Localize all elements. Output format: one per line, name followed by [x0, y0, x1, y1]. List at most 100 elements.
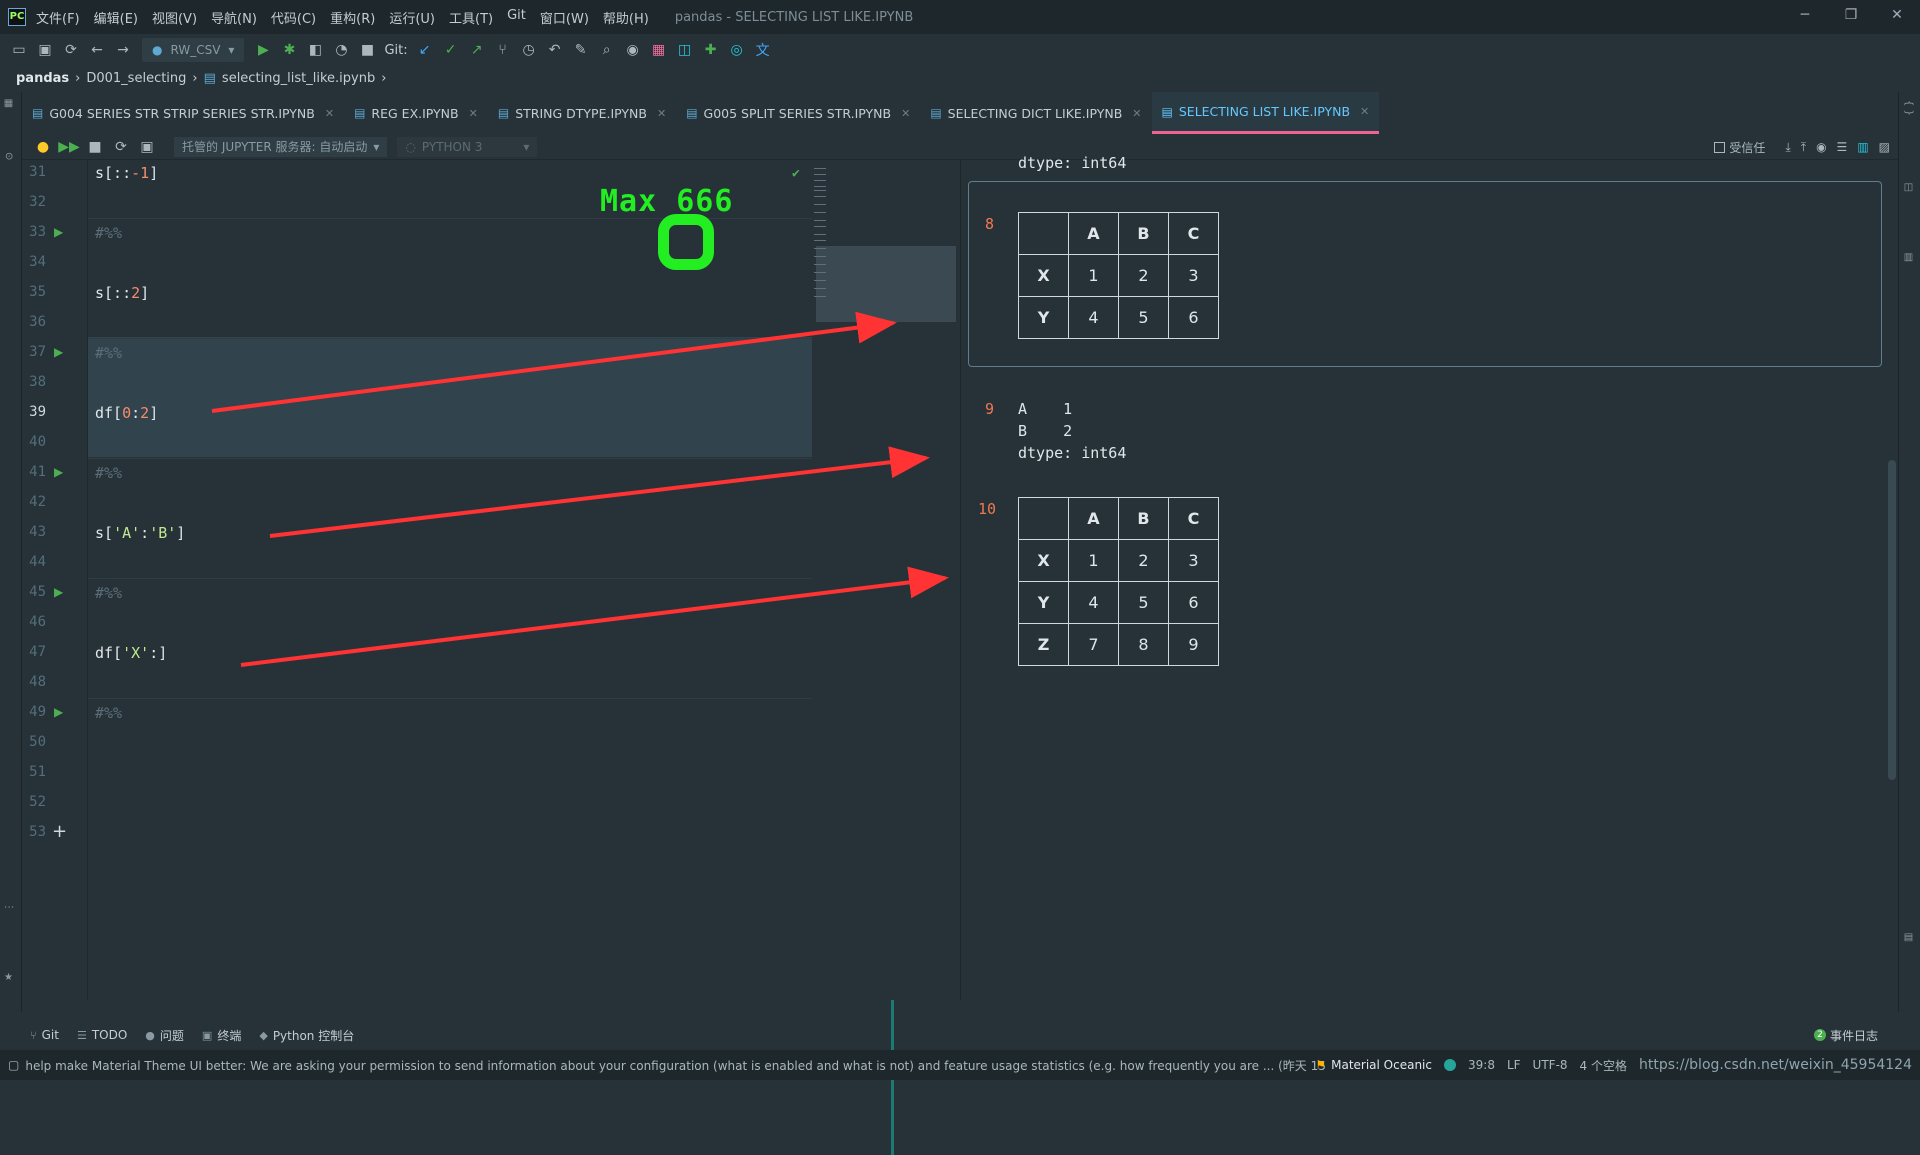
code-line[interactable]: s[::2] [95, 284, 149, 302]
add-cell-icon[interactable]: + [52, 821, 67, 842]
menu-item[interactable]: 窗口(W) [540, 8, 589, 27]
editor-tab[interactable]: ▤ G005 SPLIT SERIES STR.IPYNB ✕ [676, 92, 920, 134]
history-icon[interactable]: ◷ [516, 38, 542, 62]
code-line[interactable]: df[0:2] [95, 404, 158, 422]
editor-tab[interactable]: ▤ SELECTING DICT LIKE.IPYNB ✕ [920, 92, 1151, 134]
code-line[interactable]: df['X':] [95, 644, 167, 662]
editor-tab[interactable]: ▤ SELECTING LIST LIKE.IPYNB ✕ [1151, 92, 1380, 134]
menu-item[interactable]: 文件(F) [36, 8, 80, 27]
tool-tab-todo[interactable]: ☰ TODO [77, 1028, 127, 1042]
file-encoding[interactable]: UTF-8 [1533, 1058, 1568, 1072]
translate-icon[interactable]: 文 [750, 38, 776, 62]
commit-tool-icon[interactable]: ⊙ [3, 152, 14, 160]
menu-item[interactable]: 编辑(E) [94, 8, 138, 27]
minimap-viewport[interactable] [816, 246, 956, 322]
menu-item[interactable]: 代码(C) [271, 8, 316, 27]
debug-icon[interactable]: ✱ [276, 38, 302, 62]
download-icon[interactable]: ⤓ [1785, 140, 1790, 155]
eye-icon[interactable]: ◉ [1816, 140, 1826, 154]
run-cell-icon[interactable]: ▶ [54, 585, 63, 599]
run-cell-icon[interactable]: ▶ [54, 225, 63, 239]
variables-icon[interactable]: ▣ [134, 135, 160, 159]
status-message[interactable]: help make Material Theme UI better: We a… [25, 1057, 1325, 1074]
menu-item[interactable]: Git [507, 8, 526, 27]
sync-icon[interactable]: ⟳ [58, 38, 84, 62]
tool-tab-problems[interactable]: ● 问题 [145, 1027, 184, 1044]
git-branch-icon[interactable]: ⑂ [490, 38, 516, 62]
scientific-icon[interactable]: ◫ [672, 38, 698, 62]
breadcrumb-project[interactable]: pandas [16, 71, 69, 86]
upload-icon[interactable]: ⤒ [1801, 140, 1806, 155]
json-parser-tool-icon[interactable]: { } [1903, 100, 1914, 116]
cell-marker[interactable]: #%% [95, 464, 122, 482]
theme-indicator[interactable]: ⚑ Material Oceanic [1315, 1058, 1432, 1072]
cell-marker[interactable]: #%% [95, 224, 122, 242]
run-cell-icon[interactable]: ▶ [54, 705, 63, 719]
close-tab-icon[interactable]: ✕ [901, 107, 910, 120]
code-line[interactable]: s[::-1] [95, 164, 158, 182]
tool-tab-terminal[interactable]: ▣ 终端 [202, 1027, 241, 1044]
cell-marker[interactable]: #%% [95, 584, 122, 602]
editor-tab[interactable]: ▤ STRING DTYPE.IPYNB ✕ [488, 92, 676, 134]
lightbulb-icon[interactable]: ● [30, 135, 56, 159]
line-separator[interactable]: LF [1507, 1058, 1521, 1072]
project-tool-icon[interactable]: ▦ [3, 98, 14, 109]
minimap[interactable] [812, 160, 960, 1000]
menu-item[interactable]: 视图(V) [152, 8, 197, 27]
editor-only-icon[interactable]: ☰ [1837, 140, 1848, 154]
minimize-icon[interactable]: ─ [1782, 0, 1828, 34]
close-tab-icon[interactable]: ✕ [657, 107, 666, 120]
menu-item[interactable]: 运行(U) [389, 8, 435, 27]
menu-item[interactable]: 导航(N) [211, 8, 257, 27]
run-cell-icon[interactable]: ▶ [54, 465, 63, 479]
word-book-tool-icon[interactable]: ▤ [1903, 932, 1914, 943]
git-push-icon[interactable]: ↗ [464, 38, 490, 62]
kernel-select[interactable]: ◌ PYTHON 3 ▾ [397, 136, 538, 157]
plugin-icon[interactable]: ✚ [698, 38, 724, 62]
git-update-icon[interactable]: ↙ [412, 38, 438, 62]
close-tab-icon[interactable]: ✕ [1132, 107, 1141, 120]
wrench-icon[interactable]: ✎ [568, 38, 594, 62]
tool-tab-python-console[interactable]: ◆ Python 控制台 [259, 1027, 354, 1044]
breadcrumb-file[interactable]: selecting_list_like.ipynb [222, 71, 375, 86]
cell-marker[interactable]: #%% [95, 704, 122, 722]
split-view-icon[interactable]: ▥ [1857, 140, 1868, 154]
caret-position[interactable]: 39:8 [1468, 1058, 1495, 1072]
sciview-tool-icon[interactable]: ▥ [1903, 252, 1914, 263]
stop-icon[interactable]: ■ [354, 38, 380, 62]
menu-item[interactable]: 工具(T) [449, 8, 493, 27]
output-scrollbar[interactable] [1888, 460, 1896, 780]
find-usages-icon[interactable]: ◉ [620, 38, 646, 62]
database-tool-icon[interactable]: ◫ [1903, 182, 1914, 193]
close-tab-icon[interactable]: ✕ [325, 107, 334, 120]
tool-tab-git[interactable]: ⑂ Git [30, 1028, 59, 1042]
code-editor[interactable]: s[::-1] #%% s[::2] #%% df[0:2] #%% s['A':'B'] #… [88, 160, 894, 1155]
restore-icon[interactable]: ❐ [1828, 0, 1874, 34]
breadcrumb-folder[interactable]: D001_selecting [86, 71, 186, 86]
close-icon[interactable]: ✕ [1874, 0, 1920, 34]
forward-arrow-icon[interactable]: → [110, 38, 136, 62]
inspect-icon[interactable]: ◎ [724, 38, 750, 62]
run-icon[interactable]: ▶ [250, 38, 276, 62]
structure-icon[interactable]: ▦ [646, 38, 672, 62]
menu-item[interactable]: 帮助(H) [603, 8, 649, 27]
indent-setting[interactable]: 4 个空格 [1580, 1057, 1627, 1074]
rollback-icon[interactable]: ↶ [542, 38, 568, 62]
editor-tab[interactable]: ▤ REG EX.IPYNB ✕ [344, 92, 488, 134]
jupyter-server-select[interactable]: 托管的 JUPYTER 服务器: 自动启动 ▾ [174, 136, 388, 157]
menu-item[interactable]: 重构(R) [330, 8, 375, 27]
close-tab-icon[interactable]: ✕ [1360, 105, 1369, 118]
code-line[interactable]: s['A':'B'] [95, 524, 185, 542]
structure-tool-icon[interactable]: ⋮ [3, 902, 14, 912]
coverage-icon[interactable]: ◧ [302, 38, 328, 62]
trusted-checkbox[interactable]: 受信任 [1714, 139, 1765, 156]
preview-only-icon[interactable]: ▨ [1879, 140, 1890, 154]
profile-icon[interactable]: ◔ [328, 38, 354, 62]
restart-kernel-icon[interactable]: ⟳ [108, 135, 134, 159]
editor-tab[interactable]: ▤ G004 SERIES STR STRIP SERIES STR.IPYNB ✕ [22, 92, 344, 134]
cell-marker[interactable]: #%% [95, 344, 122, 362]
run-cell-icon[interactable]: ▶ [54, 345, 63, 359]
run-all-icon[interactable]: ▶▶ [56, 135, 82, 159]
back-arrow-icon[interactable]: ← [84, 38, 110, 62]
favorites-star-icon[interactable]: ★ [3, 972, 14, 983]
